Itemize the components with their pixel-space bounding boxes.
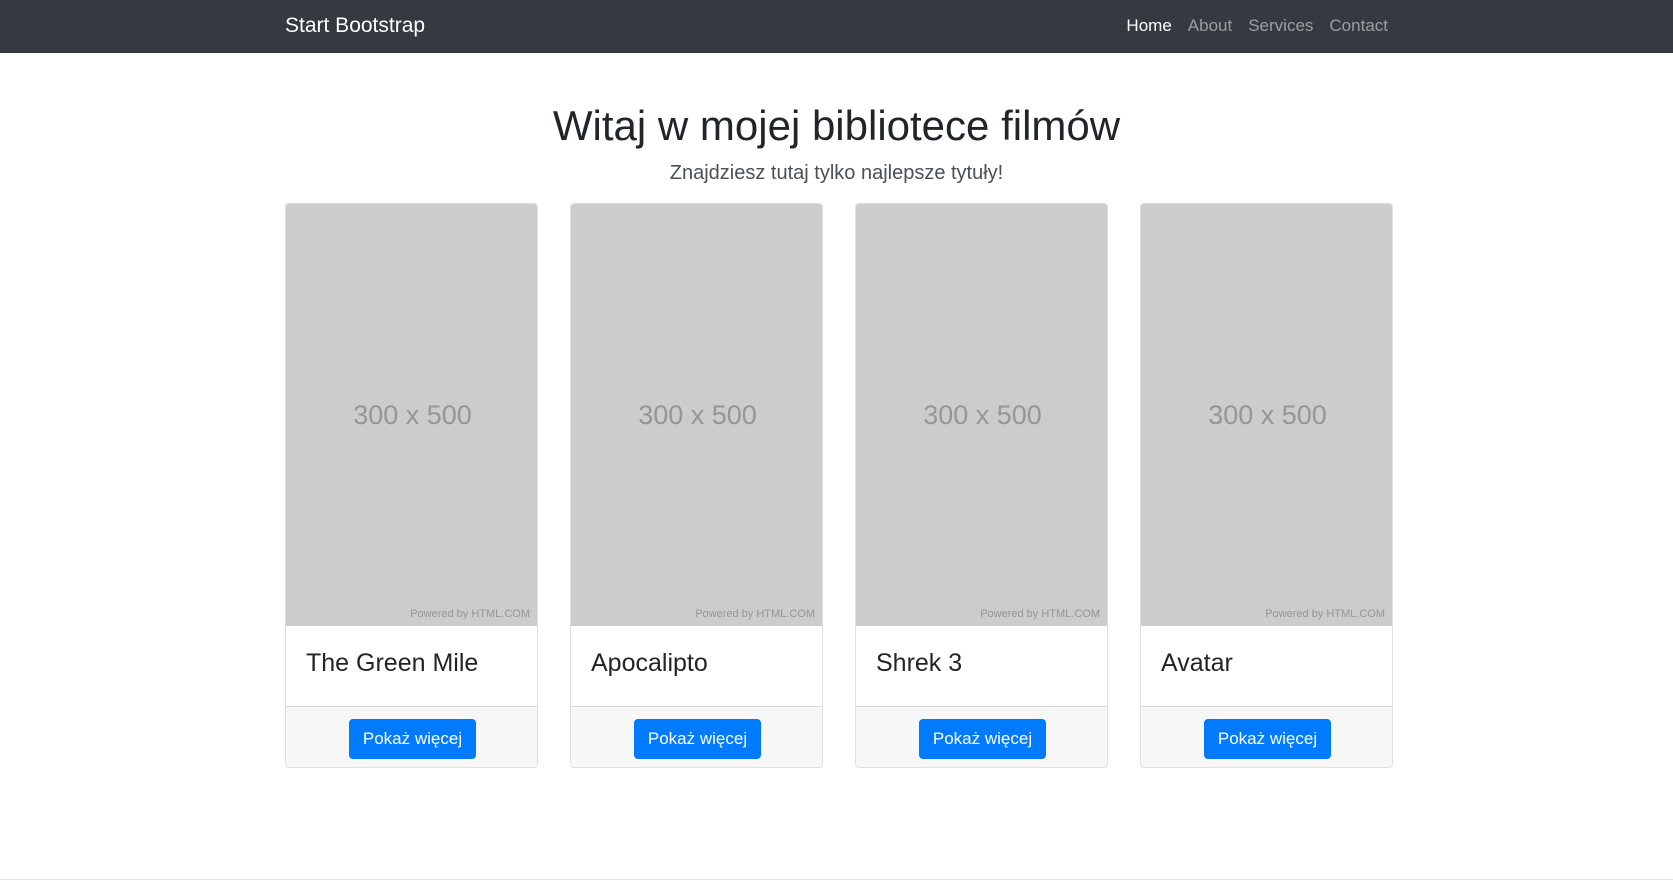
navbar-brand[interactable]: Start Bootstrap — [285, 13, 425, 39]
nav-link-contact[interactable]: Contact — [1321, 14, 1388, 38]
card-title: Avatar — [1161, 649, 1233, 677]
image-size-label: 300 x 500 — [923, 400, 1042, 430]
show-more-button[interactable]: Pokaż więcej — [348, 719, 477, 759]
card-body: The Green Mile — [286, 626, 537, 706]
image-size-label: 300 x 500 — [1208, 400, 1327, 430]
image-credit: Powered by HTML.COM — [695, 608, 815, 620]
nav-link-services[interactable]: Services — [1240, 14, 1321, 38]
card-image-placeholder: 300 x 500 Powered by HTML.COM — [856, 204, 1107, 626]
page-title: Witaj w mojej bibliotece filmów — [552, 102, 1121, 149]
card-title: The Green Mile — [306, 649, 479, 677]
movie-card: 300 x 500 Powered by HTML.COM Shrek 3 Po… — [855, 203, 1108, 768]
card-footer: Pokaż więcej — [571, 706, 822, 767]
movie-card: 300 x 500 Powered by HTML.COM Apocalipto… — [570, 203, 823, 768]
movie-card: 300 x 500 Powered by HTML.COM Avatar Pok… — [1140, 203, 1393, 768]
image-size-label: 300 x 500 — [353, 400, 472, 430]
navbar: Start Bootstrap Home About Services Cont… — [0, 0, 1673, 53]
card-image-placeholder: 300 x 500 Powered by HTML.COM — [571, 204, 822, 626]
card-image-placeholder: 300 x 500 Powered by HTML.COM — [286, 204, 537, 626]
nav-link-home[interactable]: Home — [1118, 14, 1179, 38]
show-more-button[interactable]: Pokaż więcej — [1203, 719, 1332, 759]
card-title: Shrek 3 — [876, 649, 963, 677]
card-footer: Pokaż więcej — [286, 706, 537, 767]
image-credit: Powered by HTML.COM — [410, 608, 530, 620]
nav-links: Home About Services Contact — [1118, 14, 1388, 38]
image-credit: Powered by HTML.COM — [980, 608, 1100, 620]
show-more-button[interactable]: Pokaż więcej — [633, 719, 762, 759]
card-footer: Pokaż więcej — [1141, 706, 1392, 767]
image-size-label: 300 x 500 — [638, 400, 757, 430]
card-body: Shrek 3 — [856, 626, 1107, 706]
card-image-placeholder: 300 x 500 Powered by HTML.COM — [1141, 204, 1392, 626]
movie-card: 300 x 500 Powered by HTML.COM The Green … — [285, 203, 538, 768]
card-body: Avatar — [1141, 626, 1392, 706]
nav-link-about[interactable]: About — [1180, 14, 1240, 38]
show-more-button[interactable]: Pokaż więcej — [918, 719, 1047, 759]
page-subtitle: Znajdziesz tutaj tylko najlepsze tytuły! — [669, 162, 1004, 184]
card-body: Apocalipto — [571, 626, 822, 706]
image-credit: Powered by HTML.COM — [1265, 608, 1385, 620]
card-footer: Pokaż więcej — [856, 706, 1107, 767]
card-title: Apocalipto — [591, 649, 708, 677]
footer-divider — [0, 879, 1673, 880]
